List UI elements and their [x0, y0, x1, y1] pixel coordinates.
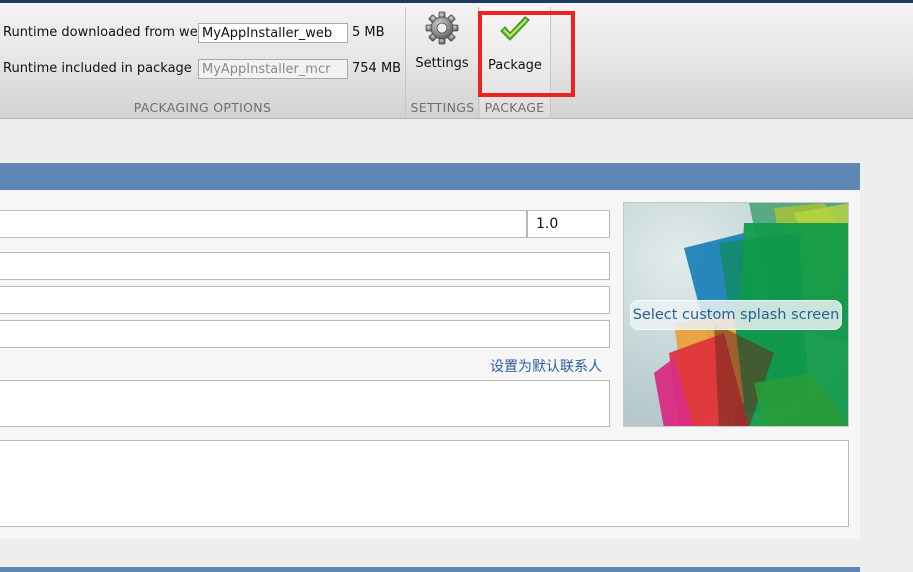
toolstrip: Runtime downloaded from web 5 MB Runtime…	[0, 3, 913, 119]
runtime-package-size: 754 MB	[352, 61, 402, 76]
settings-button[interactable]: Settings	[409, 9, 475, 95]
splash-screen-preview[interactable]: Select custom splash screen	[623, 202, 849, 427]
panel-header-bar	[0, 163, 860, 190]
settings-button-label: Settings	[415, 56, 469, 71]
author-name-field[interactable]	[0, 252, 610, 280]
section-label-settings: SETTINGS	[410, 100, 475, 115]
version-field[interactable]: 1.0	[527, 210, 610, 238]
description-textarea[interactable]	[0, 440, 849, 527]
toolstrip-divider	[550, 7, 551, 117]
next-panel-header-bar	[0, 567, 860, 572]
application-info-panel: 1.0 设置为默认联系人 Select custom splash screen	[0, 163, 860, 539]
runtime-web-size: 5 MB	[352, 25, 385, 40]
app-name-field[interactable]	[0, 210, 527, 238]
email-field[interactable]	[0, 286, 610, 314]
summary-textarea[interactable]	[0, 380, 610, 427]
checkmark-icon	[500, 16, 530, 41]
section-label-package: PACKAGE	[484, 100, 545, 115]
runtime-web-name-input[interactable]	[198, 23, 348, 43]
section-label-packaging-options: PACKAGING OPTIONS	[133, 100, 272, 115]
package-button[interactable]: Package	[482, 9, 548, 95]
runtime-web-label: Runtime downloaded from web	[3, 25, 206, 40]
gear-icon	[425, 11, 459, 45]
company-field[interactable]	[0, 320, 610, 348]
runtime-package-label: Runtime included in package	[3, 61, 192, 76]
package-button-label: Package	[488, 58, 542, 73]
set-default-contact-link[interactable]: 设置为默认联系人	[490, 356, 602, 376]
select-splash-screen-button[interactable]: Select custom splash screen	[630, 300, 842, 330]
runtime-package-name-input[interactable]	[198, 59, 348, 79]
